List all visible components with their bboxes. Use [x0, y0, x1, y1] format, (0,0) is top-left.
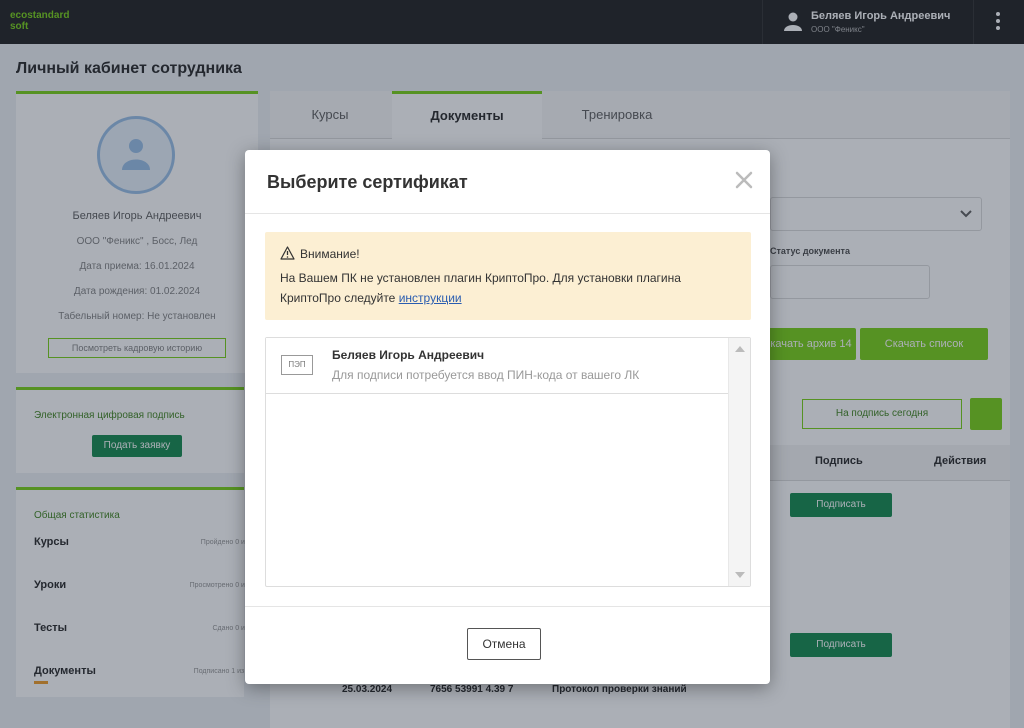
- alert-text: На Вашем ПК не установлен плагин КриптоП…: [280, 268, 740, 308]
- alert-heading: Внимание!: [300, 247, 360, 261]
- plugin-warning-alert: Внимание! На Вашем ПК не установлен плаг…: [265, 232, 751, 320]
- warning-icon: [280, 246, 295, 260]
- list-scrollbar[interactable]: [728, 338, 750, 586]
- modal-header: Выберите сертификат: [245, 150, 770, 214]
- cert-type-badge: ПЭП: [281, 355, 313, 375]
- scroll-up-icon[interactable]: [735, 346, 745, 352]
- scroll-down-icon[interactable]: [735, 572, 745, 578]
- certificate-item[interactable]: ПЭП Беляев Игорь Андреевич Для подписи п…: [266, 338, 728, 394]
- certificate-modal: Выберите сертификат Внимание! На Вашем П…: [245, 150, 770, 684]
- modal-title: Выберите сертификат: [267, 172, 468, 192]
- cancel-button[interactable]: Отмена: [467, 628, 541, 660]
- instructions-link[interactable]: инструкции: [399, 291, 462, 305]
- certificate-list: ПЭП Беляев Игорь Андреевич Для подписи п…: [265, 337, 751, 587]
- modal-footer-divider: [245, 606, 770, 607]
- cert-description: Для подписи потребуется ввод ПИН-кода от…: [332, 368, 640, 382]
- cert-owner-name: Беляев Игорь Андреевич: [332, 348, 485, 362]
- alert-message: На Вашем ПК не установлен плагин КриптоП…: [280, 271, 681, 305]
- close-icon[interactable]: [734, 170, 754, 190]
